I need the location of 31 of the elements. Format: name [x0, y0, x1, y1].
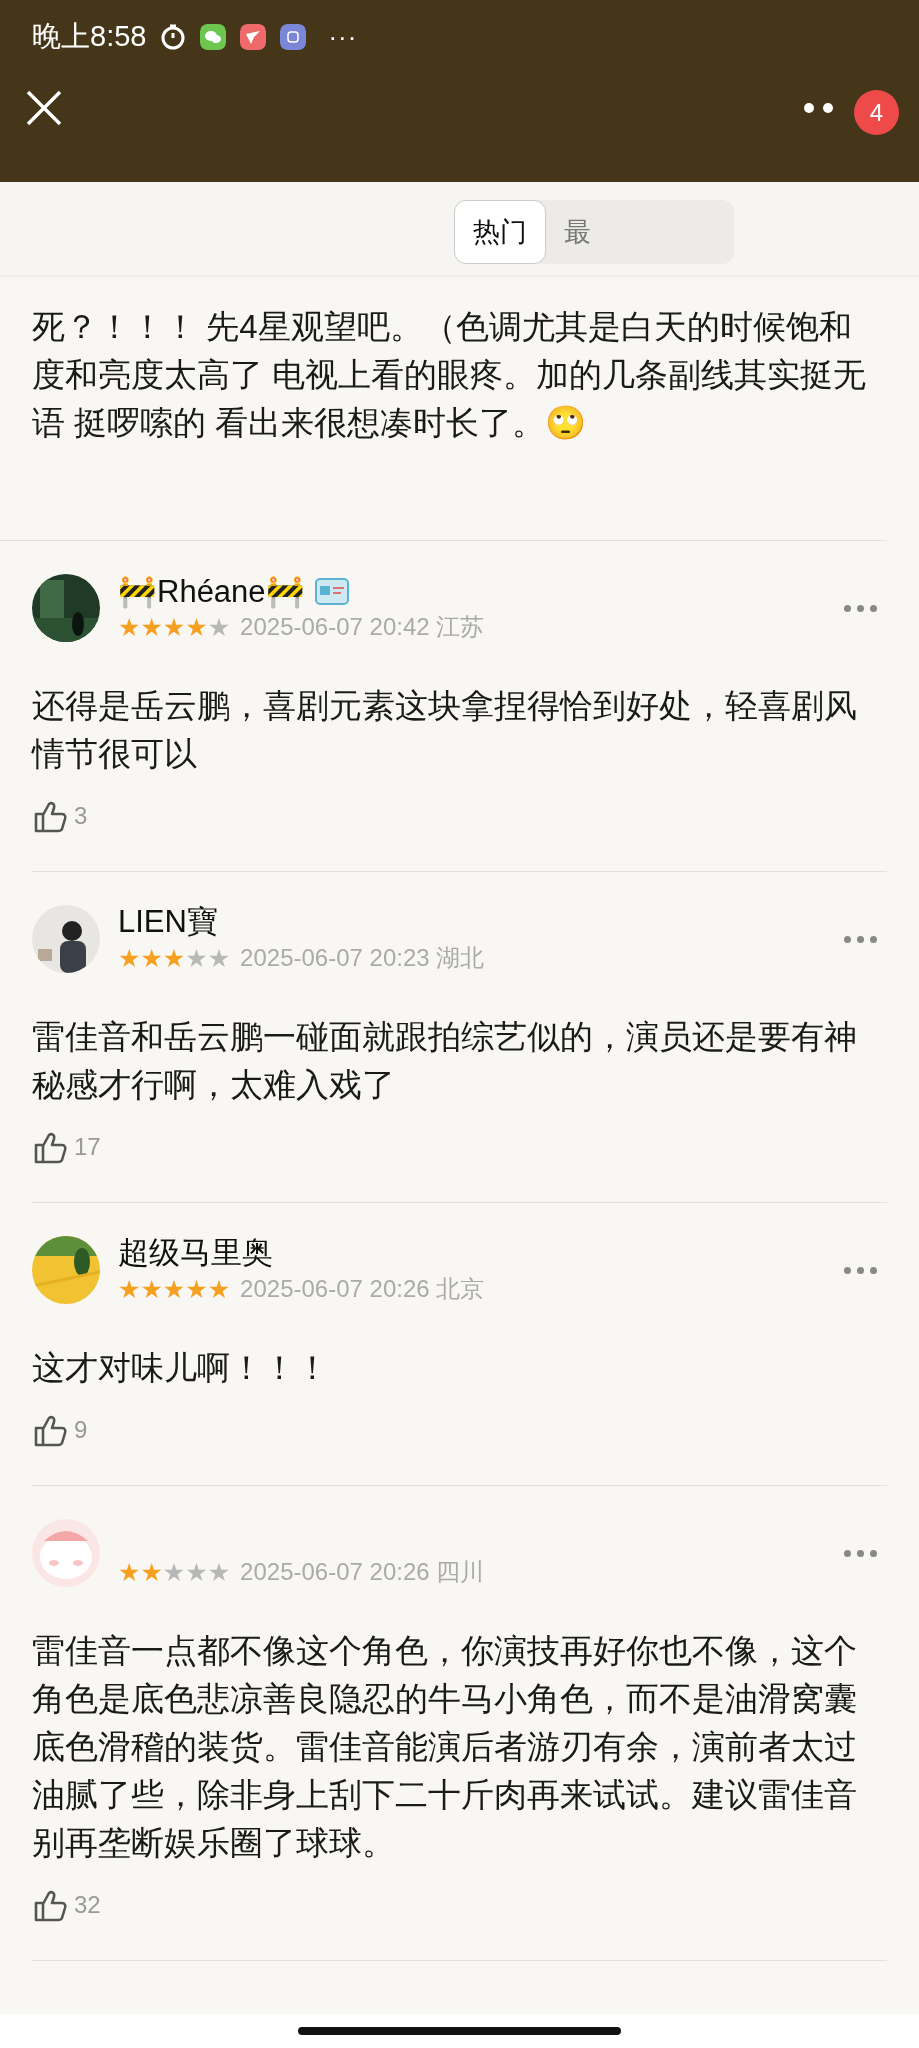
review-text: 雷佳音一点都不像这个角色，你演技再好你也不像，这个角色是底色悲凉善良隐忍的牛马小角色，而不是油滑窝囊底色滑稽的装货。雷佳音能演后者游刃有余，演前者太过油腻了些，除非身上刮下二十斤肉再来试试。建议雷佳音别再垄断娱乐圈了球球。	[32, 1631, 858, 1863]
user-name[interactable]: 超级马里奥	[118, 1232, 273, 1274]
star-rating: ★★★★★	[118, 944, 231, 972]
user-name[interactable]: 🚧Rhéane🚧	[118, 572, 305, 610]
sort-tab[interactable]: 最	[546, 200, 609, 264]
app-icon	[240, 24, 267, 50]
like-count: 9	[74, 1416, 88, 1444]
sort-tab[interactable]: 热门	[454, 200, 546, 264]
close-icon[interactable]	[24, 88, 64, 128]
more-notifications: ···	[328, 21, 358, 53]
notification-badge: 4	[854, 90, 899, 135]
star-rating: ★★★★★	[118, 1558, 231, 1586]
status-time: 晚上8:58	[32, 19, 147, 54]
chat-app-icon	[200, 24, 227, 50]
user-name[interactable]: LIEN寶	[118, 901, 218, 943]
review-time: 2025-06-07 20:26 四川	[240, 1557, 485, 1587]
app-icon	[280, 24, 307, 50]
more-icon[interactable]	[804, 103, 833, 113]
review-time: 2025-06-07 20:26 北京	[240, 1274, 485, 1304]
review-text: 这才对味儿啊！！！	[32, 1348, 330, 1388]
review-text: 还得是岳云鹏，喜剧元素这块拿捏得恰到好处，轻喜剧风情节很可以	[32, 686, 858, 774]
timer-icon	[160, 24, 187, 50]
review-time: 2025-06-07 20:42 江苏	[240, 612, 485, 642]
like-count: 3	[74, 802, 88, 830]
star-rating: ★★★★★	[118, 613, 231, 641]
like-count: 17	[74, 1133, 101, 1161]
star-rating: ★★★★★	[118, 1275, 231, 1303]
review-text: 死？！！！ 先4星观望吧。（色调尤其是白天的时候饱和度和亮度太高了 电视上看的眼疼。加的几条副线其实挺无语 挺啰嗦的 看出来很想凑时长了。🙄	[32, 307, 868, 443]
review-text: 雷佳音和岳云鹏一碰面就跟拍综艺似的，演员还是要有神秘感才行啊，太难入戏了	[32, 1017, 858, 1105]
like-count: 32	[74, 1891, 101, 1919]
review-time: 2025-06-07 20:23 湖北	[240, 943, 485, 973]
